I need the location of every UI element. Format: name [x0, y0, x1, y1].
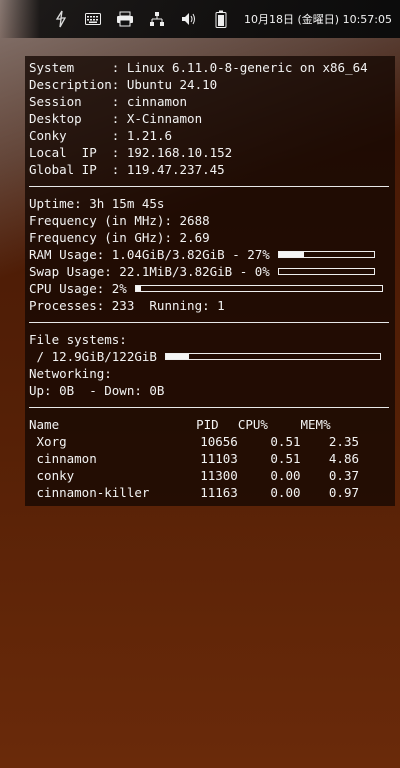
cpu-usage-label: CPU Usage: 2% [29, 281, 127, 296]
process-name: Xorg [29, 434, 67, 449]
process-table-header: Name PID CPU% MEM% [29, 416, 359, 433]
process-cpu: 0.51 [270, 451, 301, 466]
divider [29, 322, 389, 323]
desktop-row: Desktop : X-Cinnamon [29, 111, 203, 126]
process-mem: 0.97 [328, 485, 359, 500]
resource-stats: Uptime: 3h 15m 45s Frequency (in MHz): 2… [29, 195, 395, 314]
process-pid: 10656 [200, 434, 238, 449]
process-cpu: 0.00 [270, 468, 301, 483]
cpu-usage-fill [135, 286, 141, 291]
system-row: System : Linux 6.11.0-8-generic on x86_6… [29, 60, 368, 75]
divider [29, 407, 389, 408]
process-cpu: 0.51 [270, 434, 301, 449]
battery-icon[interactable] [212, 10, 230, 28]
table-row: cinnamon-killer 11163 0.00 0.97 [29, 484, 359, 501]
conky-widget: System : Linux 6.11.0-8-generic on x86_6… [25, 56, 395, 506]
process-pid: 11103 [200, 451, 238, 466]
process-cpu: 0.00 [270, 485, 301, 500]
description-row: Description: Ubuntu 24.10 [29, 77, 218, 92]
network-icon[interactable] [148, 10, 166, 28]
filesystems-header: File systems: [29, 332, 127, 347]
col-name: Name [29, 417, 60, 432]
process-name: cinnamon [29, 451, 97, 466]
process-name: cinnamon-killer [29, 485, 150, 500]
cpu-usage-bar [134, 285, 383, 292]
root-fs-bar [164, 353, 381, 360]
keyboard-icon[interactable] [84, 10, 102, 28]
process-name: conky [29, 468, 75, 483]
local-ip-row: Local IP : 192.168.10.152 [29, 145, 233, 160]
system-tray: 10月18日 (金曜日) 10:57:05 [52, 10, 400, 28]
root-fs-row: / 12.9GiB/122GiB [29, 348, 395, 365]
process-table: Name PID CPU% MEM% Xorg 10656 0.51 2.35 … [29, 416, 359, 501]
swap-usage-row: Swap Usage: 22.1MiB/3.82GiB - 0% [29, 263, 395, 280]
printer-icon[interactable] [116, 10, 134, 28]
ram-usage-fill [278, 252, 305, 257]
swap-usage-bar [277, 268, 375, 275]
clock[interactable]: 10月18日 (金曜日) 10:57:05 [244, 11, 392, 27]
col-mem: MEM% [300, 417, 331, 432]
col-cpu: CPU% [237, 417, 268, 432]
frequency-mhz: Frequency (in MHz): 2688 [29, 213, 210, 228]
process-pid: 11300 [200, 468, 238, 483]
processes: Processes: 233 Running: 1 [29, 298, 225, 313]
global-ip-row: Global IP : 119.47.237.45 [29, 162, 225, 177]
divider [29, 186, 389, 187]
table-row: conky 11300 0.00 0.37 [29, 467, 359, 484]
table-row: Xorg 10656 0.51 2.35 [29, 433, 359, 450]
swap-usage-label: Swap Usage: 22.1MiB/3.82GiB - 0% [29, 264, 270, 279]
table-row: cinnamon 11103 0.51 4.86 [29, 450, 359, 467]
top-panel: 10月18日 (金曜日) 10:57:05 [0, 0, 400, 38]
process-pid: 11163 [200, 485, 238, 500]
network-transfer-icon[interactable] [52, 10, 70, 28]
ram-usage-label: RAM Usage: 1.04GiB/3.82GiB - 27% [29, 247, 270, 262]
frequency-ghz: Frequency (in GHz): 2.69 [29, 230, 210, 245]
col-pid: PID [196, 417, 219, 432]
ram-usage-row: RAM Usage: 1.04GiB/3.82GiB - 27% [29, 246, 395, 263]
networking-header: Networking: [29, 366, 112, 381]
process-mem: 2.35 [328, 434, 359, 449]
root-fs-label: / 12.9GiB/122GiB [29, 349, 157, 364]
uptime: Uptime: 3h 15m 45s [29, 196, 165, 211]
conky-row: Conky : 1.21.6 [29, 128, 172, 143]
process-mem: 0.37 [328, 468, 359, 483]
ram-usage-bar [277, 251, 375, 258]
session-row: Session : cinnamon [29, 94, 188, 109]
system-info: System : Linux 6.11.0-8-generic on x86_6… [29, 59, 395, 178]
root-fs-fill [165, 354, 190, 359]
volume-icon[interactable] [180, 10, 198, 28]
filesystem-info: File systems: / 12.9GiB/122GiB Networkin… [29, 331, 395, 399]
cpu-usage-row: CPU Usage: 2% [29, 280, 395, 297]
process-mem: 4.86 [328, 451, 359, 466]
networking-traffic: Up: 0B - Down: 0B [29, 383, 165, 398]
